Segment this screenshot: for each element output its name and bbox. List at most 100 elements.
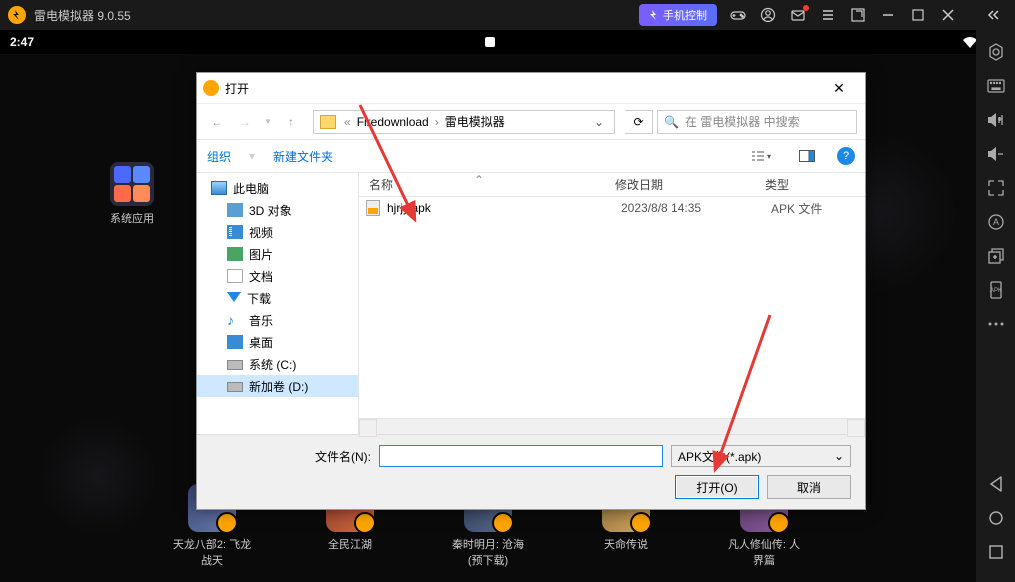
- organize-button[interactable]: 组织: [207, 148, 231, 165]
- system-apps-folder[interactable]: 系统应用: [102, 162, 162, 226]
- minimize-button[interactable]: [873, 0, 903, 30]
- file-list-header[interactable]: 名称 ⌃ 修改日期 类型: [359, 173, 865, 197]
- tree-item-label: 3D 对象: [249, 202, 292, 219]
- tree-item-label: 文档: [249, 268, 273, 285]
- column-type[interactable]: 类型: [755, 176, 789, 193]
- disk-icon: [227, 382, 243, 392]
- dialog-toolbar: 组织 ▾ 新建文件夹 ▾ ?: [197, 139, 865, 173]
- dialog-footer: 文件名(N): APK文件(*.apk) ⌄ 打开(O) 取消: [197, 434, 865, 509]
- filetype-dropdown[interactable]: APK文件(*.apk) ⌄: [671, 445, 851, 467]
- address-breadcrumb[interactable]: « Firedownload › 雷电模拟器 ⌄: [313, 110, 615, 134]
- phone-control-button[interactable]: 手机控制: [639, 4, 717, 26]
- music-icon: ♪: [227, 313, 243, 327]
- column-date[interactable]: 修改日期: [605, 176, 755, 193]
- tree-item[interactable]: 新加卷 (D:): [197, 375, 358, 397]
- search-icon: 🔍: [664, 115, 679, 129]
- view-mode-button[interactable]: ▾: [745, 145, 777, 167]
- toolbar-dropdown-icon[interactable]: ▾: [249, 149, 255, 163]
- android-recents-icon[interactable]: [982, 538, 1010, 566]
- filename-input[interactable]: [379, 445, 663, 467]
- nav-forward-button[interactable]: →: [233, 110, 257, 134]
- svg-text:A: A: [992, 217, 998, 227]
- fullscreen-icon[interactable]: [843, 0, 873, 30]
- filename-label: 文件名(N):: [211, 448, 371, 465]
- file-date: 2023/8/8 14:35: [621, 201, 771, 215]
- menu-icon[interactable]: [813, 0, 843, 30]
- tree-item[interactable]: 此电脑: [197, 177, 358, 199]
- breadcrumb-dropdown[interactable]: ⌄: [588, 115, 610, 129]
- tree-item-label: 视频: [249, 224, 273, 241]
- gamepad-icon[interactable]: [723, 0, 753, 30]
- android-back-icon[interactable]: [982, 470, 1010, 498]
- install-apk-icon[interactable]: APK: [982, 276, 1010, 304]
- file-row[interactable]: hjrjy.apk 2023/8/8 14:35 APK 文件: [359, 197, 865, 219]
- expand-icon[interactable]: [982, 174, 1010, 202]
- tree-item[interactable]: 桌面: [197, 331, 358, 353]
- volume-down-icon[interactable]: [982, 140, 1010, 168]
- dialog-title: 打开: [225, 80, 819, 97]
- nav-back-button[interactable]: ←: [205, 110, 229, 134]
- maximize-button[interactable]: [903, 0, 933, 30]
- search-input[interactable]: 🔍 在 雷电模拟器 中搜索: [657, 110, 857, 134]
- tree-item-label: 桌面: [249, 334, 273, 351]
- search-placeholder: 在 雷电模拟器 中搜索: [685, 113, 800, 130]
- refresh-button[interactable]: ⟳: [625, 110, 653, 134]
- dock-label: 凡人修仙传: 人界篇: [724, 536, 804, 568]
- breadcrumb-separator: «: [342, 115, 353, 129]
- file-list[interactable]: 名称 ⌃ 修改日期 类型 hjrjy.apk 2023/8/8 14:35 AP…: [359, 173, 865, 434]
- tree-item[interactable]: 下载: [197, 287, 358, 309]
- file-open-dialog: 打开 ✕ ← → ▾ ↑ « Firedownload › 雷电模拟器 ⌄ ⟳ …: [196, 72, 866, 510]
- nav-up-button[interactable]: ↑: [279, 110, 303, 134]
- app-title: 雷电模拟器 9.0.55: [34, 7, 639, 24]
- dock-label: 天龙八部2: 飞龙战天: [172, 536, 252, 568]
- multi-instance-icon[interactable]: [982, 242, 1010, 270]
- filetype-label: APK文件(*.apk): [678, 448, 761, 465]
- folder-icon: [320, 115, 336, 129]
- folder-tree[interactable]: 此电脑 3D 对象视频图片文档下载 ♪ 音乐桌面系统 (C:)新加卷 (D:): [197, 173, 359, 434]
- preview-pane-button[interactable]: [791, 145, 823, 167]
- nav-recent-dropdown[interactable]: ▾: [261, 110, 275, 134]
- chevron-down-icon: ⌄: [834, 449, 844, 463]
- translate-icon[interactable]: A: [982, 208, 1010, 236]
- tree-item[interactable]: 图片: [197, 243, 358, 265]
- android-home-icon[interactable]: [982, 504, 1010, 532]
- settings-icon[interactable]: [982, 38, 1010, 66]
- dock-label: 秦时明月: 沧海 (预下载): [448, 536, 528, 568]
- tree-item-label: 音乐: [249, 312, 273, 329]
- dialog-close-button[interactable]: ✕: [819, 73, 859, 103]
- breadcrumb-seg-0[interactable]: Firedownload: [353, 115, 433, 129]
- 3d-icon: [227, 203, 243, 217]
- breadcrumb-seg-1[interactable]: 雷电模拟器: [441, 113, 509, 130]
- dock-label: 天命传说: [586, 536, 666, 552]
- dock-label: 全民江湖: [310, 536, 390, 552]
- system-apps-label: 系统应用: [102, 210, 162, 226]
- android-statusbar: 2:47: [0, 30, 1015, 54]
- keyboard-icon[interactable]: [982, 72, 1010, 100]
- user-icon[interactable]: [753, 0, 783, 30]
- apk-file-icon: [365, 200, 381, 216]
- tree-item-label: 此电脑: [233, 180, 269, 197]
- app-logo-icon: [8, 6, 26, 24]
- wifi-icon: [963, 36, 977, 48]
- more-icon[interactable]: [982, 310, 1010, 338]
- collapse-sidebar-icon[interactable]: [977, 0, 1007, 30]
- close-button[interactable]: [933, 0, 963, 30]
- dialog-app-icon: [203, 80, 219, 96]
- cancel-button[interactable]: 取消: [767, 475, 851, 499]
- help-button[interactable]: ?: [837, 147, 855, 165]
- doc-icon: [227, 269, 243, 283]
- disk-icon: [227, 360, 243, 370]
- pc-icon: [211, 181, 227, 195]
- horizontal-scrollbar[interactable]: [359, 418, 865, 434]
- tree-item[interactable]: ♪ 音乐: [197, 309, 358, 331]
- tree-item[interactable]: 系统 (C:): [197, 353, 358, 375]
- tree-item[interactable]: 3D 对象: [197, 199, 358, 221]
- new-folder-button[interactable]: 新建文件夹: [273, 148, 333, 165]
- svg-text:APK: APK: [989, 288, 1001, 294]
- tree-item[interactable]: 视频: [197, 221, 358, 243]
- open-button[interactable]: 打开(O): [675, 475, 759, 499]
- volume-up-icon[interactable]: [982, 106, 1010, 134]
- status-time: 2:47: [10, 35, 479, 49]
- mail-icon[interactable]: [783, 0, 813, 30]
- tree-item[interactable]: 文档: [197, 265, 358, 287]
